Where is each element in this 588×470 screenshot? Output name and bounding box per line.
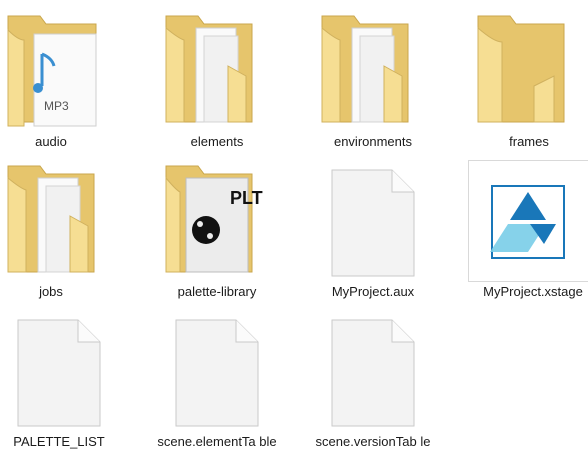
folder-empty-icon xyxy=(464,10,588,134)
file-label: PALETTE_LIST xyxy=(13,434,105,449)
folder-item-audio[interactable]: MP3 audio xyxy=(0,10,116,160)
plt-text: PLT xyxy=(230,188,263,208)
file-label: MyProject.xstage xyxy=(483,284,583,299)
folder-mp3-icon: MP3 xyxy=(0,10,116,134)
file-item-palette-list[interactable]: PALETTE_LIST xyxy=(0,310,124,460)
blank-file-icon xyxy=(308,160,438,284)
file-item-myproject-aux[interactable]: MyProject.aux xyxy=(308,160,438,310)
blank-file-icon xyxy=(0,310,124,434)
folder-item-jobs[interactable]: jobs xyxy=(0,160,116,310)
folder-label: elements xyxy=(190,134,244,149)
folder-label: environments xyxy=(333,134,413,149)
folder-label: audio xyxy=(35,134,67,149)
folder-label: frames xyxy=(509,134,549,149)
toonboom-xstage-icon xyxy=(468,160,588,284)
folder-item-frames[interactable]: frames xyxy=(464,10,588,160)
blank-file-icon xyxy=(152,310,282,434)
folder-documents-icon xyxy=(308,10,438,134)
file-label: scene.elementTa ble xyxy=(157,434,277,449)
file-item-scene-elementtable[interactable]: scene.elementTa ble xyxy=(152,310,282,460)
folder-label: palette-library xyxy=(177,284,257,299)
file-label: MyProject.aux xyxy=(331,284,415,299)
folder-item-palette-library[interactable]: PLT palette-library xyxy=(152,160,282,310)
blank-file-icon xyxy=(308,310,438,434)
folder-plt-icon: PLT xyxy=(152,160,282,284)
file-label: scene.versionTab le xyxy=(315,434,431,449)
file-item-scene-versiontable[interactable]: scene.versionTab le xyxy=(308,310,438,460)
folder-label: jobs xyxy=(39,284,63,299)
file-item-myproject-xstage[interactable]: MyProject.xstage xyxy=(468,160,588,310)
mp3-text: MP3 xyxy=(44,99,69,113)
folder-documents-icon xyxy=(152,10,282,134)
folder-item-elements[interactable]: elements xyxy=(152,10,282,160)
folder-documents-icon xyxy=(0,160,116,284)
folder-item-environments[interactable]: environments xyxy=(308,10,438,160)
